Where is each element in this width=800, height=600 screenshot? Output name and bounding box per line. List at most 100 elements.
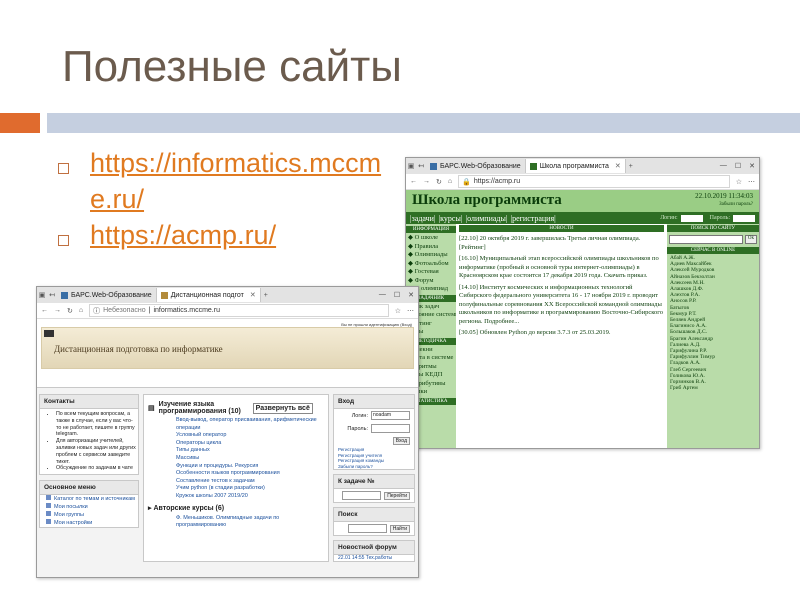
browser-tab[interactable]: БАРС.Web-Образование [426, 159, 526, 173]
home-icon[interactable]: ⌂ [448, 178, 452, 185]
lesson-item[interactable]: Учим python (в стадии разработки) [144, 485, 328, 493]
search-button[interactable]: Ok [744, 235, 757, 244]
forward-icon[interactable]: → [423, 178, 430, 185]
menu-item[interactable]: ◆ Форум [406, 277, 456, 286]
url-field[interactable]: 🔒 https://acmp.ru [458, 175, 730, 188]
refresh-icon[interactable]: ↻ [436, 178, 442, 186]
menu-item[interactable]: ◆ Олимпиады [406, 251, 456, 260]
go-button[interactable]: Перейти [384, 491, 410, 500]
inf-right-column: Вход Логин: noadam Пароль: Вход Регистра… [333, 394, 415, 563]
browser-tab-active[interactable]: Дистанционная подгот ✕ [156, 288, 261, 302]
login-input[interactable]: noadam [371, 411, 410, 420]
refresh-icon[interactable]: ↻ [67, 307, 73, 315]
browser-tab-active[interactable]: Школа программиста ✕ [525, 159, 626, 173]
minimize-icon[interactable]: — [379, 291, 386, 299]
link-item: https://informatics.mccme.ru/ [58, 145, 390, 217]
search-button[interactable]: Найти [389, 524, 410, 533]
menu-item[interactable]: Мои настройки [40, 519, 138, 527]
expand-all-button[interactable]: Развернуть всё [252, 402, 313, 414]
menu-item[interactable]: Каталог по темам и источникам [40, 495, 138, 503]
inf-left-column: Контакты По всем текущим вопросам, а так… [39, 394, 139, 562]
password-input[interactable] [371, 424, 410, 433]
forward-icon[interactable]: → [54, 307, 61, 314]
site-logo[interactable]: Дистанционная подготовка по информатике [54, 344, 223, 354]
news-forum-heading: Новостной форум [334, 541, 414, 556]
close-icon[interactable]: ✕ [615, 162, 621, 170]
menu-item[interactable]: ◆ О школе [406, 234, 456, 243]
login-button[interactable]: Вход [392, 437, 410, 445]
lesson-item[interactable]: Ф. Меньшиков. Олимпиадные задачи по прог… [144, 515, 328, 530]
browser-tab[interactable]: БАРС.Web-Образование [57, 288, 157, 302]
lesson-item[interactable]: Составление тестов к задачам [144, 478, 328, 486]
back-icon[interactable]: ← [41, 307, 48, 314]
menu-item[interactable]: Мои группы [40, 511, 138, 519]
forgot-password-link[interactable]: Забыли пароль? [334, 464, 414, 470]
news-forum-block: Новостной форум 22.01 14:55 Тех.работы [333, 540, 415, 563]
password-input[interactable] [733, 214, 755, 222]
maximize-icon[interactable]: ☐ [735, 162, 741, 170]
back-icon[interactable]: ← [410, 178, 417, 185]
lesson-item[interactable]: Типы данных [144, 447, 328, 455]
login-block: Вход Логин: noadam Пароль: Вход Регистра… [333, 394, 415, 471]
nav-courses[interactable]: |курсы| [439, 214, 463, 223]
task-number-input[interactable] [342, 491, 382, 501]
nav-registration[interactable]: |регистрация| [510, 214, 555, 223]
menu-icon[interactable]: ⋯ [748, 178, 755, 186]
acmp-news: НОВОСТИ [22.10] 20 октября 2019 г. завер… [456, 224, 667, 448]
close-window-icon[interactable]: ✕ [749, 162, 755, 170]
slide-title: Полезные сайты [62, 42, 402, 91]
lesson-item[interactable]: Условный оператор [144, 432, 328, 440]
menu-item[interactable]: ◆ Гостевая [406, 268, 456, 277]
menu-item[interactable]: ◆ Фотоальбом [406, 260, 456, 269]
lesson-item[interactable]: Функции и процедуры. Рекурсия [144, 463, 328, 471]
search-input[interactable] [669, 235, 743, 244]
online-user[interactable]: Гриб Артем [667, 385, 759, 391]
acmp-logo[interactable]: Школа программиста [412, 192, 562, 209]
tab-back-icon[interactable]: ↤ [47, 291, 57, 299]
menu-item[interactable]: Мои посылки [40, 503, 138, 511]
nav-olympiads[interactable]: |олимпиады| [465, 214, 507, 223]
tab-list-icon[interactable]: ▣ [37, 291, 47, 299]
maximize-icon[interactable]: ☐ [394, 291, 400, 299]
lesson-item[interactable]: Массивы [144, 455, 328, 463]
informatics-screenshot: ▣ ↤ БАРС.Web-Образование Дистанционная п… [36, 286, 419, 578]
home-icon[interactable]: ⌂ [79, 307, 83, 314]
inf-banner: Дистанционная подготовка по информатике [41, 327, 414, 369]
lesson-item[interactable]: Особенности языков программирования [144, 470, 328, 478]
authored-courses-heading[interactable]: ▸ Авторские курсы (6) [144, 501, 328, 515]
minimize-icon[interactable]: — [720, 162, 727, 170]
lesson-item[interactable]: Ввод-вывод, оператор присваивания, арифм… [144, 417, 328, 432]
lesson-item[interactable]: Операторы цикла [144, 440, 328, 448]
main-menu-block: Основное меню Каталог по темам и источни… [39, 480, 139, 529]
informatics-link[interactable]: https://informatics.mccme.ru/ [90, 145, 390, 217]
new-tab-icon[interactable]: + [261, 292, 271, 299]
address-bar: ← → ↻ ⌂ 🔒 https://acmp.ru ☆ ⋯ [406, 174, 759, 190]
close-icon[interactable]: ✕ [250, 291, 256, 299]
browser-tabbar: ▣ ↤ БАРС.Web-Образование Дистанционная п… [37, 287, 418, 303]
login-input[interactable] [680, 214, 703, 222]
favorite-star-icon[interactable]: ☆ [736, 178, 742, 186]
contact-item: Обсуждение по задачам в чате [56, 465, 138, 472]
contacts-block: Контакты По всем текущим вопросам, а так… [39, 394, 139, 476]
password-row: Пароль: [334, 422, 414, 435]
lesson-item[interactable]: Кружок школы 2007 2019/20 [144, 493, 328, 501]
registration-links: Регистрация Регистрация учителя Регистра… [334, 447, 414, 469]
acmp-link[interactable]: https://acmp.ru/ [90, 217, 390, 253]
task-jump-row: Перейти [334, 489, 414, 502]
new-tab-icon[interactable]: + [626, 163, 636, 170]
url-field[interactable]: ⓘ Небезопасно | informatics.mccme.ru [89, 304, 389, 317]
forgot-password-link[interactable]: Забыли пароль? [719, 202, 753, 207]
close-window-icon[interactable]: ✕ [408, 291, 414, 299]
tab-back-icon[interactable]: ↤ [416, 162, 426, 170]
search-input[interactable] [347, 524, 387, 534]
tab-list-icon[interactable]: ▣ [406, 162, 416, 170]
nav-tasks[interactable]: |задачи| [410, 214, 436, 223]
forum-item[interactable]: 22.01 14:55 Тех.работы [334, 555, 414, 561]
login-heading: Вход [334, 395, 414, 409]
warning-icon: ⓘ [93, 307, 101, 315]
favorite-star-icon[interactable]: ☆ [395, 307, 401, 315]
site-search: Ok [667, 233, 759, 246]
menu-icon[interactable]: ⋯ [407, 307, 414, 315]
news-item: [14.10] Институт космических и информаци… [459, 283, 664, 325]
menu-item[interactable]: ◆ Правила [406, 243, 456, 252]
